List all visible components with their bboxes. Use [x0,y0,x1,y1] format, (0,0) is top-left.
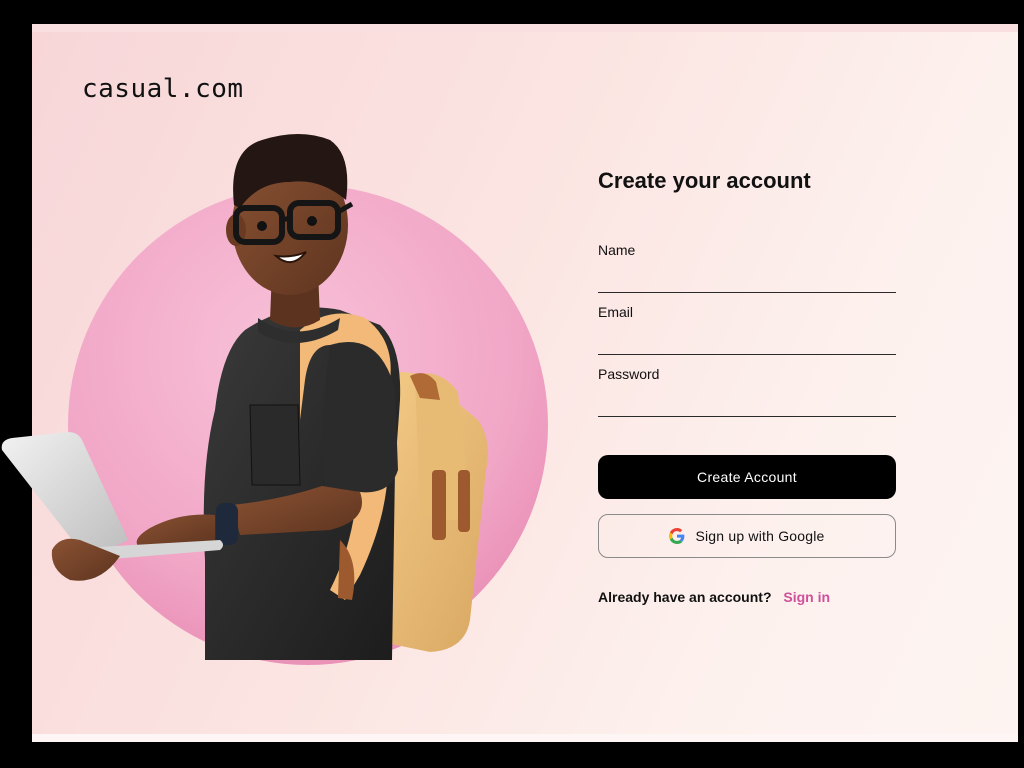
password-input[interactable] [598,392,896,414]
password-label: Password [598,366,660,382]
brand-logo: casual.com [82,74,244,104]
student-illustration [1,134,548,665]
card-top-edge [32,24,1018,32]
create-account-button[interactable]: Create Account [598,455,896,499]
create-account-label: Create Account [697,469,797,485]
password-field[interactable]: Password [598,366,896,417]
signin-row: Already have an account? Sign in [598,589,830,605]
card-bottom-edge [32,734,1018,742]
google-g-icon [669,528,685,544]
name-input[interactable] [598,268,896,290]
name-label: Name [598,242,636,258]
google-signup-button[interactable]: Sign up with Google [598,514,896,558]
signin-link[interactable]: Sign in [783,589,830,605]
name-field[interactable]: Name [598,242,896,293]
email-label: Email [598,304,634,320]
google-signup-label: Sign up with Google [695,528,825,544]
form-title: Create your account [598,168,811,193]
wristwatch [216,503,238,545]
signin-prompt: Already have an account? [598,589,772,605]
email-input[interactable] [598,330,896,352]
email-field[interactable]: Email [598,304,896,355]
